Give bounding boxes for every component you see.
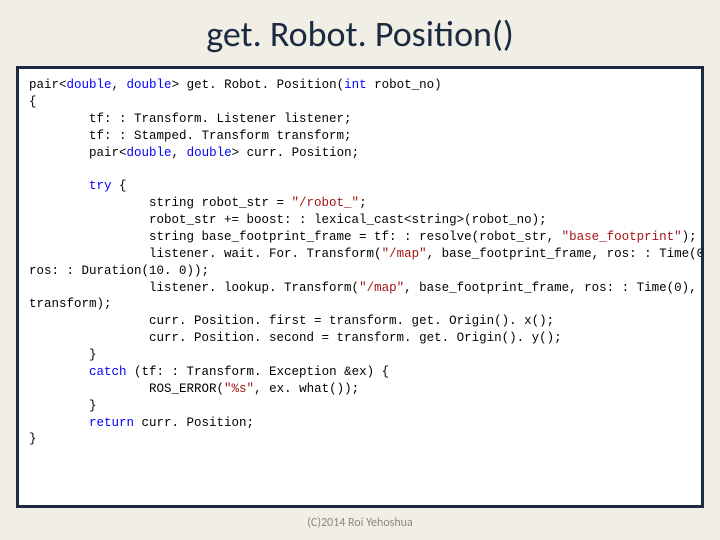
code-text: }	[29, 348, 97, 362]
code-text: pair<	[29, 78, 67, 92]
code-text: }	[29, 432, 37, 446]
code-text: curr. Position;	[134, 416, 254, 430]
keyword: double	[67, 78, 112, 92]
code-text: ros: : Duration(10. 0));	[29, 264, 209, 278]
code-text: pair<	[29, 146, 127, 160]
code-text	[29, 179, 89, 193]
keyword: catch	[89, 365, 127, 379]
code-text: {	[29, 95, 37, 109]
code-text: ROS_ERROR(	[29, 382, 224, 396]
code-text: robot_str += boost: : lexical_cast<strin…	[29, 213, 547, 227]
code-text: curr. Position. second = transform. get.…	[29, 331, 562, 345]
code-block: pair<double, double> get. Robot. Positio…	[29, 77, 691, 448]
slide-title: get. Robot. Position()	[16, 12, 704, 56]
code-text: > curr. Position;	[232, 146, 360, 160]
string-literal: "base_footprint"	[562, 230, 682, 244]
code-text: , base_footprint_frame, ros: : Time(0),	[427, 247, 704, 261]
code-text: , ex. what());	[254, 382, 359, 396]
code-text: > get. Robot. Position(	[172, 78, 345, 92]
code-text: ;	[359, 196, 367, 210]
string-literal: "%s"	[224, 382, 254, 396]
code-text	[29, 365, 89, 379]
keyword: return	[89, 416, 134, 430]
code-text: ,	[112, 78, 127, 92]
slide: get. Robot. Position() pair<double, doub…	[0, 0, 720, 540]
keyword: int	[344, 78, 367, 92]
code-text: );	[682, 230, 697, 244]
code-text: string base_footprint_frame = tf: : reso…	[29, 230, 562, 244]
code-text: string robot_str =	[29, 196, 292, 210]
code-text	[29, 416, 89, 430]
code-text: listener. lookup. Transform(	[29, 281, 359, 295]
code-text: tf: : Stamped. Transform transform;	[29, 129, 352, 143]
code-text: , base_footprint_frame, ros: : Time(0),	[404, 281, 697, 295]
code-text: listener. wait. For. Transform(	[29, 247, 382, 261]
code-text: tf: : Transform. Listener listener;	[29, 112, 352, 126]
string-literal: "/robot_"	[292, 196, 360, 210]
code-text: }	[29, 399, 97, 413]
keyword: double	[187, 146, 232, 160]
code-text: ,	[172, 146, 187, 160]
code-text: transform);	[29, 297, 112, 311]
code-text: (tf: : Transform. Exception &ex) {	[127, 365, 390, 379]
code-text: {	[112, 179, 127, 193]
keyword: try	[89, 179, 112, 193]
footer-copyright: (C)2014 Roi Yehoshua	[16, 516, 704, 530]
keyword: double	[127, 78, 172, 92]
code-text: robot_no)	[367, 78, 442, 92]
code-text: curr. Position. first = transform. get. …	[29, 314, 554, 328]
string-literal: "/map"	[382, 247, 427, 261]
string-literal: "/map"	[359, 281, 404, 295]
keyword: double	[127, 146, 172, 160]
code-frame: pair<double, double> get. Robot. Positio…	[16, 66, 704, 508]
